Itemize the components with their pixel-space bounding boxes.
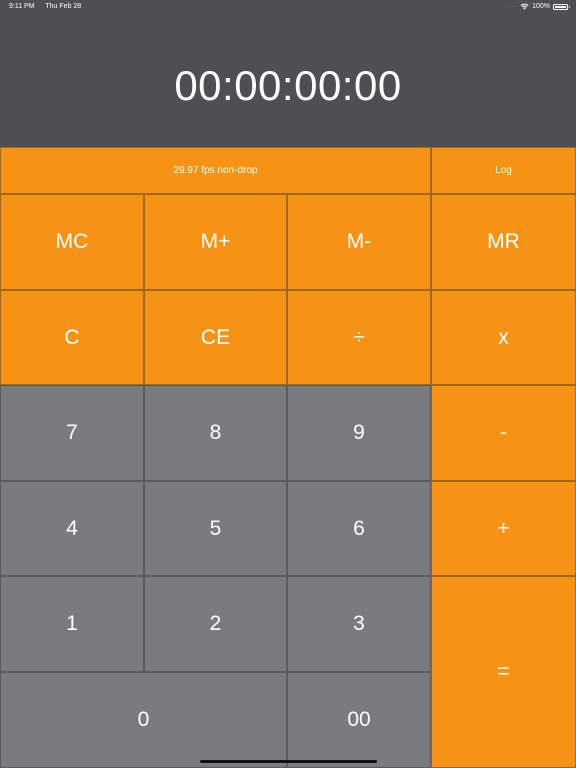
digit-7-button[interactable]: 7: [0, 385, 144, 481]
timecode-display: 00:00:00:00: [0, 14, 576, 147]
memory-add-button[interactable]: M+: [144, 194, 287, 290]
home-indicator[interactable]: [200, 760, 377, 763]
subtract-button[interactable]: -: [431, 385, 576, 481]
digit-5-button[interactable]: 5: [144, 481, 287, 576]
battery-percent: 100%: [532, 3, 550, 10]
double-zero-button[interactable]: 00: [287, 672, 431, 768]
keypad: 29.97 fps non-drop Log MC M+ M- MR C CE …: [0, 147, 576, 768]
digit-1-button[interactable]: 1: [0, 576, 144, 672]
add-button[interactable]: +: [431, 481, 576, 576]
digit-3-button[interactable]: 3: [287, 576, 431, 672]
digit-6-button[interactable]: 6: [287, 481, 431, 576]
digit-4-button[interactable]: 4: [0, 481, 144, 576]
status-date: Thu Feb 28: [45, 3, 82, 10]
memory-subtract-button[interactable]: M-: [287, 194, 431, 290]
status-time: 9:11 PM: [9, 3, 35, 10]
multiply-button[interactable]: x: [431, 290, 576, 385]
cellular-dots-icon: ····: [509, 3, 518, 10]
log-button[interactable]: Log: [431, 147, 576, 194]
status-bar: 9:11 PM Thu Feb 28 ···· 100%: [0, 0, 576, 14]
digit-8-button[interactable]: 8: [144, 385, 287, 481]
frame-rate-button[interactable]: 29.97 fps non-drop: [0, 147, 431, 194]
wifi-icon: [520, 3, 529, 10]
memory-clear-button[interactable]: MC: [0, 194, 144, 290]
timecode-value: 00:00:00:00: [174, 61, 402, 109]
equals-button[interactable]: =: [431, 576, 576, 768]
digit-9-button[interactable]: 9: [287, 385, 431, 481]
digit-2-button[interactable]: 2: [144, 576, 287, 672]
battery-icon: [553, 3, 570, 10]
divide-button[interactable]: ÷: [287, 290, 431, 385]
clear-entry-button[interactable]: CE: [144, 290, 287, 385]
memory-recall-button[interactable]: MR: [431, 194, 576, 290]
digit-0-button[interactable]: 0: [0, 672, 287, 768]
clear-button[interactable]: C: [0, 290, 144, 385]
